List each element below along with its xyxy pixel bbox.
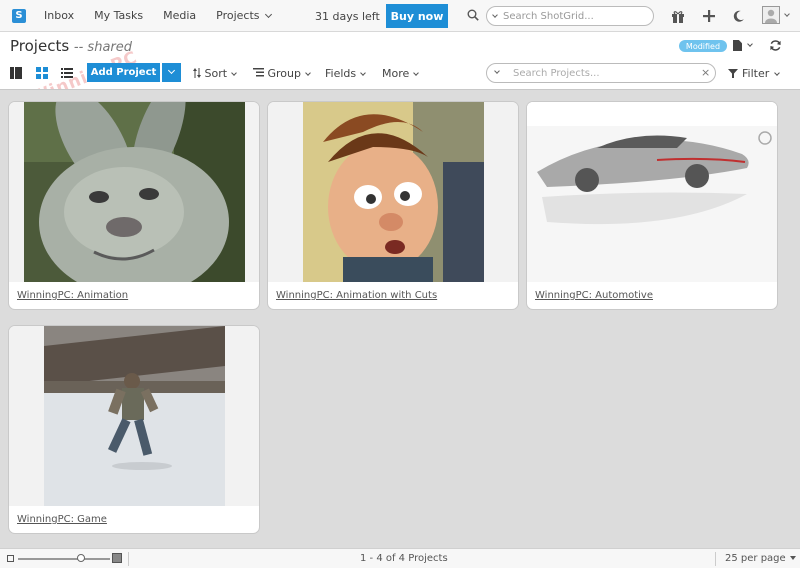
plus-icon[interactable] bbox=[701, 8, 717, 24]
per-page-select[interactable]: 25 per page bbox=[725, 553, 796, 564]
project-search: × bbox=[486, 63, 716, 83]
project-grid: WinningPC: Animation WinningPC: Animatio… bbox=[0, 89, 800, 548]
sort-icon bbox=[193, 68, 201, 78]
soldier-running-thumbnail-image bbox=[44, 326, 225, 506]
moon-icon[interactable] bbox=[731, 8, 747, 24]
shotgrid-logo[interactable]: S bbox=[12, 8, 26, 23]
gift-icon[interactable] bbox=[670, 8, 686, 24]
add-project-dropdown[interactable] bbox=[162, 63, 181, 82]
chevron-down-icon bbox=[360, 70, 366, 76]
footer-bar: 1 - 4 of 4 Projects 25 per page bbox=[0, 548, 800, 568]
user-icon bbox=[765, 9, 777, 23]
project-card[interactable]: WinningPC: Animation bbox=[8, 101, 260, 310]
chevron-down-icon bbox=[305, 70, 311, 76]
status-badge: Modified bbox=[679, 40, 727, 52]
filter-icon bbox=[728, 69, 738, 78]
project-thumbnail[interactable] bbox=[527, 102, 777, 282]
nav-projects-label: Projects bbox=[216, 9, 260, 22]
clear-search-icon[interactable]: × bbox=[701, 66, 710, 79]
page-title-text: Projects bbox=[10, 37, 70, 55]
search-scope-chevron-icon[interactable] bbox=[492, 12, 498, 18]
record-count: 1 - 4 of 4 Projects bbox=[360, 553, 448, 564]
filter-label: Filter bbox=[742, 67, 770, 80]
fields-label: Fields bbox=[325, 67, 357, 80]
sort-label: Sort bbox=[204, 67, 228, 80]
nav-projects[interactable]: Projects bbox=[216, 9, 272, 22]
project-thumbnail[interactable] bbox=[9, 102, 259, 282]
nav-my-tasks[interactable]: My Tasks bbox=[94, 9, 143, 22]
sort-menu[interactable]: Sort bbox=[193, 67, 237, 80]
project-thumbnail[interactable] bbox=[9, 326, 259, 506]
cartoon-face-thumbnail-image bbox=[303, 102, 484, 282]
project-thumbnail[interactable] bbox=[268, 102, 518, 282]
project-search-input[interactable] bbox=[513, 66, 683, 80]
rabbit-thumbnail-image bbox=[24, 102, 245, 282]
per-page-label: 25 per page bbox=[725, 553, 786, 564]
group-label: Group bbox=[267, 67, 302, 80]
search-icon[interactable] bbox=[467, 9, 479, 21]
caret-down-icon bbox=[789, 556, 796, 560]
document-chevron-icon[interactable] bbox=[747, 41, 753, 47]
thumbnail-large-icon[interactable] bbox=[112, 553, 122, 563]
project-card[interactable]: WinningPC: Animation with Cuts bbox=[267, 101, 519, 310]
more-menu[interactable]: More bbox=[382, 67, 420, 80]
trial-days-left: 31 days left bbox=[315, 10, 380, 23]
document-icon[interactable] bbox=[733, 40, 742, 51]
chevron-down-icon bbox=[774, 70, 781, 76]
page-title: Projects -- shared bbox=[10, 37, 132, 55]
divider bbox=[128, 552, 129, 566]
group-icon bbox=[253, 68, 264, 77]
more-label: More bbox=[382, 67, 410, 80]
thumbnail-size-slider[interactable] bbox=[18, 558, 110, 560]
group-menu[interactable]: Group bbox=[253, 67, 311, 80]
project-card-label[interactable]: WinningPC: Game bbox=[17, 514, 107, 525]
list-view-icon[interactable] bbox=[61, 67, 73, 79]
nav-inbox[interactable]: Inbox bbox=[44, 9, 74, 22]
project-card-label[interactable]: WinningPC: Animation with Cuts bbox=[276, 290, 437, 301]
slider-handle[interactable] bbox=[77, 554, 85, 562]
chevron-down-icon bbox=[231, 70, 237, 76]
avatar[interactable] bbox=[762, 6, 780, 24]
global-search-input[interactable]: Search ShotGrid... bbox=[486, 6, 654, 26]
refresh-icon[interactable] bbox=[769, 39, 782, 52]
chevron-down-icon bbox=[413, 70, 420, 76]
thumbnail-small-icon[interactable] bbox=[7, 555, 14, 562]
project-card-label[interactable]: WinningPC: Automotive bbox=[535, 290, 653, 301]
project-card[interactable]: WinningPC: Game bbox=[8, 325, 260, 534]
chevron-down-icon bbox=[167, 66, 176, 75]
project-card[interactable]: WinningPC: Automotive bbox=[526, 101, 778, 310]
search-scope-chevron-icon[interactable] bbox=[494, 68, 500, 74]
divider bbox=[715, 552, 716, 566]
nav-media[interactable]: Media bbox=[163, 9, 196, 22]
fields-menu[interactable]: Fields bbox=[325, 67, 366, 80]
chevron-down-icon bbox=[264, 10, 272, 19]
add-project-button[interactable]: Add Project bbox=[87, 63, 160, 82]
detail-view-icon[interactable] bbox=[10, 67, 22, 79]
global-search-placeholder: Search ShotGrid... bbox=[503, 10, 594, 22]
grid-view-icon[interactable] bbox=[36, 67, 48, 79]
filter-button[interactable]: Filter bbox=[728, 67, 781, 80]
project-card-label[interactable]: WinningPC: Animation bbox=[17, 290, 128, 301]
car-sketch-thumbnail-image bbox=[527, 102, 777, 282]
buy-now-button[interactable]: Buy now bbox=[386, 4, 448, 28]
